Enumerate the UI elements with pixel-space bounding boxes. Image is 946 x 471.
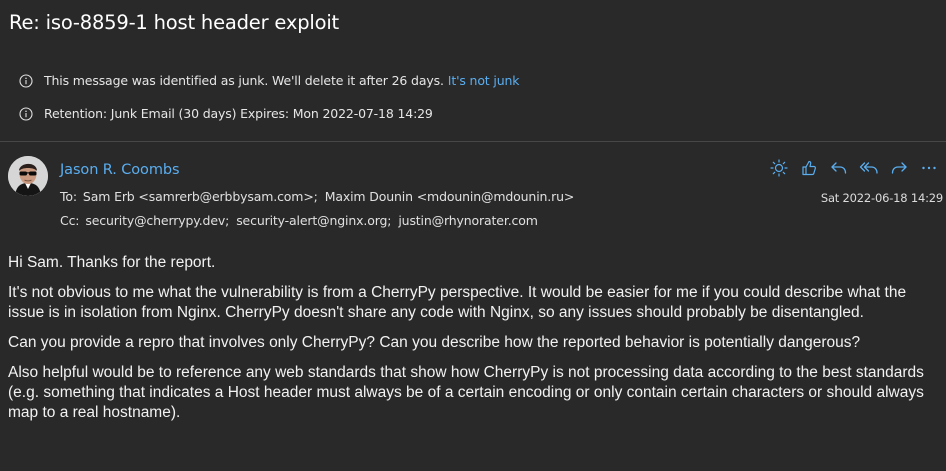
message-date: Sat 2022-06-18 14:29 [820,191,943,205]
info-icon [19,73,33,88]
message-toolbar [764,155,944,181]
recipient-address[interactable]: Maxim Dounin <mdounin@mdounin.ru> [325,189,575,204]
message-subject: Re: iso-8859-1 host header exploit [9,11,339,34]
recipient-address[interactable]: security@cherrypy.dev; [85,213,229,228]
thumbs-up-icon[interactable] [794,155,824,181]
message-body: Hi Sam. Thanks for the report. It's not … [8,253,943,433]
sun-icon[interactable] [764,155,794,181]
header-divider [0,141,946,142]
not-junk-link[interactable]: It's not junk [448,73,520,88]
more-icon[interactable] [914,155,944,181]
reply-icon[interactable] [824,155,854,181]
sender-name[interactable]: Jason R. Coombs [60,162,180,178]
junk-notice-text: This message was identified as junk. We'… [44,73,444,88]
cc-recipients: Cc: security@cherrypy.dev; security-alert@… [60,213,545,228]
retention-notice-text: Retention: Junk Email (30 days) Expires:… [44,106,433,121]
sender-avatar[interactable] [8,156,48,196]
body-paragraph: Hi Sam. Thanks for the report. [8,254,216,271]
retention-notice-row: Retention: Junk Email (30 days) Expires:… [19,106,433,121]
junk-notice-row: This message was identified as junk. We'… [19,73,519,88]
recipient-address[interactable]: Sam Erb <samrerb@erbbysam.com>; [83,189,318,204]
info-icon [19,106,33,121]
forward-icon[interactable] [884,155,914,181]
cc-label: Cc: [60,213,80,228]
to-recipients: To: Sam Erb <samrerb@erbbysam.com>; Maxim … [60,189,581,204]
body-paragraph: It's not obvious to me what the vulnerab… [8,284,907,321]
recipient-address[interactable]: justin@rhynorater.com [398,213,538,228]
to-label: To: [60,189,77,204]
recipient-address[interactable]: security-alert@nginx.org; [236,213,391,228]
reply-all-icon[interactable] [854,155,884,181]
body-paragraph: Also helpful would be to reference any w… [8,364,924,421]
body-paragraph: Can you provide a repro that involves on… [8,334,861,351]
